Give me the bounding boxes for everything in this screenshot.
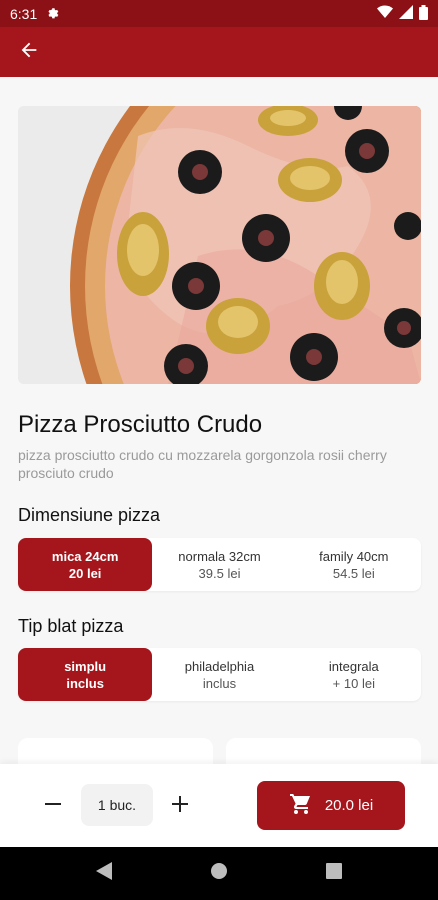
minus-icon — [44, 795, 62, 818]
size-option-name: family 40cm — [319, 548, 389, 564]
nav-back-icon[interactable] — [96, 862, 112, 885]
size-section-label: Dimensiune pizza — [18, 505, 161, 525]
crust-selector: simplu inclus philadelphia inclus integr… — [18, 648, 421, 701]
cart-total: 20.0 lei — [324, 797, 374, 814]
size-option-price: 20 lei — [68, 565, 102, 581]
size-option-price: 39.5 lei — [198, 565, 241, 581]
size-option-price: 54.5 lei — [332, 565, 375, 581]
crust-option-price: + 10 lei — [332, 675, 375, 691]
size-option-family[interactable]: family 40cm 54.5 lei — [287, 538, 421, 591]
wifi-icon — [377, 5, 393, 22]
crust-section-label: Tip blat pizza — [18, 616, 124, 636]
crust-option-philadelphia[interactable]: philadelphia inclus — [152, 648, 286, 701]
decrease-quantity-button[interactable] — [40, 793, 66, 819]
app-bar — [0, 27, 438, 77]
cart-icon — [289, 792, 313, 820]
crust-option-name: philadelphia — [184, 658, 255, 674]
size-option-name: mica 24cm — [51, 548, 119, 564]
size-option-mica[interactable]: mica 24cm 20 lei — [18, 538, 153, 591]
nav-recents-icon[interactable] — [326, 863, 342, 884]
order-bar: 1 buc. 20.0 lei — [0, 764, 438, 847]
size-selector: mica 24cm 20 lei normala 32cm 39.5 lei f… — [18, 538, 421, 591]
status-bar: 6:31 — [0, 0, 438, 27]
pizza-image — [18, 106, 421, 384]
crust-option-integrala[interactable]: integrala + 10 lei — [287, 648, 421, 701]
plus-icon — [171, 795, 189, 818]
signal-icon — [399, 5, 413, 22]
size-option-name: normala 32cm — [178, 548, 261, 564]
crust-option-name: simplu — [64, 658, 107, 674]
crust-option-name: integrala — [328, 658, 379, 674]
quantity-display: 1 buc. — [81, 784, 153, 826]
back-arrow-icon[interactable] — [18, 39, 40, 66]
status-time: 6:31 — [10, 5, 38, 22]
add-to-cart-button[interactable]: 20.0 lei — [257, 781, 405, 830]
crust-option-price: inclus — [66, 675, 104, 691]
crust-option-simplu[interactable]: simplu inclus — [18, 648, 153, 701]
size-option-normala[interactable]: normala 32cm 39.5 lei — [152, 538, 286, 591]
increase-quantity-button[interactable] — [167, 793, 193, 819]
battery-icon — [419, 4, 428, 23]
product-description: pizza prosciutto crudo cu mozzarela gorg… — [18, 447, 387, 481]
settings-icon — [45, 5, 59, 22]
nav-home-icon[interactable] — [210, 862, 228, 885]
crust-option-price: inclus — [202, 675, 237, 691]
system-nav-bar — [0, 847, 438, 900]
product-title: Pizza Prosciutto Crudo — [18, 411, 263, 438]
